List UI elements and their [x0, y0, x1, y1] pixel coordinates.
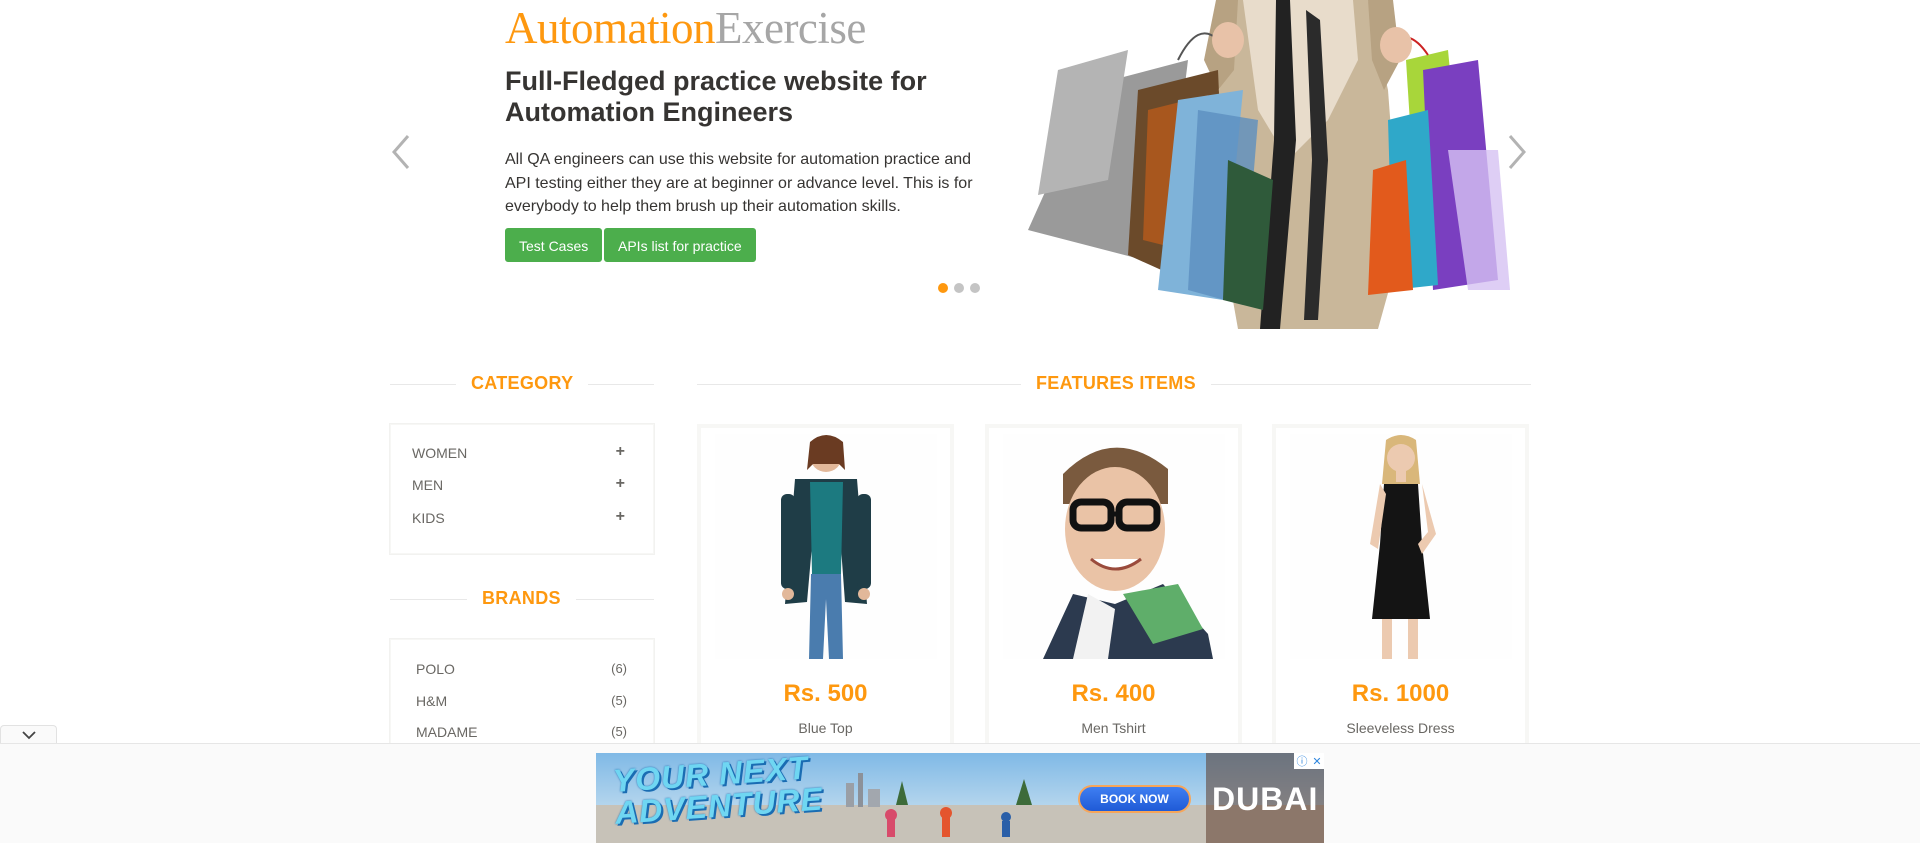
product-name: Blue Top	[798, 720, 853, 736]
slider-prev-arrow-icon[interactable]	[384, 130, 418, 174]
hero-shopping-woman-image	[1028, 0, 1510, 329]
hero-slider: AutomationExercise Full-Fledged practice…	[0, 0, 1920, 330]
plus-icon[interactable]: +	[616, 508, 625, 526]
brand-label: MADAME	[416, 724, 478, 740]
brand-label: POLO	[416, 661, 455, 677]
product-price: Rs. 500	[783, 680, 868, 707]
ad-headline: YOUR NEXT ADVENTURE	[611, 753, 824, 831]
ad-collapse-toggle[interactable]	[0, 725, 57, 745]
ad-banner[interactable]: YOUR NEXT ADVENTURE BOOK NOW DUBAI ⓘ ✕	[596, 753, 1324, 843]
category-label: Men	[412, 477, 444, 493]
ad-controls: ⓘ ✕	[1294, 753, 1324, 769]
category-panel: Women + Men + Kids +	[390, 424, 654, 554]
ad-dubai-logo: DUBAI	[1212, 781, 1319, 817]
brand-count: (5)	[611, 693, 627, 708]
category-title: CATEGORY	[456, 373, 589, 394]
test-cases-button[interactable]: Test Cases	[505, 228, 603, 262]
category-label: Kids	[412, 510, 445, 526]
slide-indicator-1[interactable]	[938, 283, 948, 293]
book-now-button[interactable]: BOOK NOW	[1078, 785, 1191, 813]
brand-count: (6)	[611, 661, 627, 676]
slide-indicator-2[interactable]	[954, 283, 964, 293]
product-image-men-tshirt	[1003, 434, 1225, 659]
brand-part-exercise: Exercise	[714, 3, 866, 53]
product-price: Rs. 1000	[1351, 680, 1450, 707]
category-label: Women	[412, 445, 468, 461]
plus-icon[interactable]: +	[616, 475, 625, 493]
slide-indicators	[938, 283, 980, 293]
slide-indicator-3[interactable]	[970, 283, 980, 293]
product-image-sleeveless-dress	[1290, 434, 1512, 659]
product-name: Men Tshirt	[1081, 720, 1146, 736]
features-items-title: FEATURES ITEMS	[1021, 373, 1211, 394]
brand-label: H&M	[416, 693, 448, 709]
product-name: Sleeveless Dress	[1346, 720, 1455, 736]
brand-count: (5)	[611, 724, 627, 739]
apis-list-button[interactable]: APIs list for practice	[604, 228, 756, 262]
plus-icon[interactable]: +	[616, 443, 625, 461]
product-card-sleeveless-dress[interactable]: Rs. 1000 Sleeveless Dress	[1272, 424, 1529, 754]
ad-close-icon[interactable]: ✕	[1312, 755, 1321, 768]
slide-brand-title: AutomationExercise	[505, 2, 866, 54]
brand-part-automation: Automation	[505, 3, 715, 53]
brands-title: BRANDS	[467, 588, 576, 609]
slide-description: All QA engineers can use this website fo…	[505, 151, 973, 215]
ad-info-icon[interactable]: ⓘ	[1296, 753, 1307, 769]
page: AutomationExercise Full-Fledged practice…	[0, 0, 1920, 843]
slide-heading: Full-Fledged practice website for Automa…	[505, 66, 927, 127]
product-card-blue-top[interactable]: Rs. 500 Blue Top	[697, 424, 954, 754]
product-price: Rs. 400	[1071, 680, 1156, 707]
product-image-blue-top	[715, 434, 937, 659]
brands-panel: POLO (6) H&M (5) MADAME (5)	[390, 639, 654, 759]
product-card-men-tshirt[interactable]: Rs. 400 Men Tshirt	[985, 424, 1242, 754]
